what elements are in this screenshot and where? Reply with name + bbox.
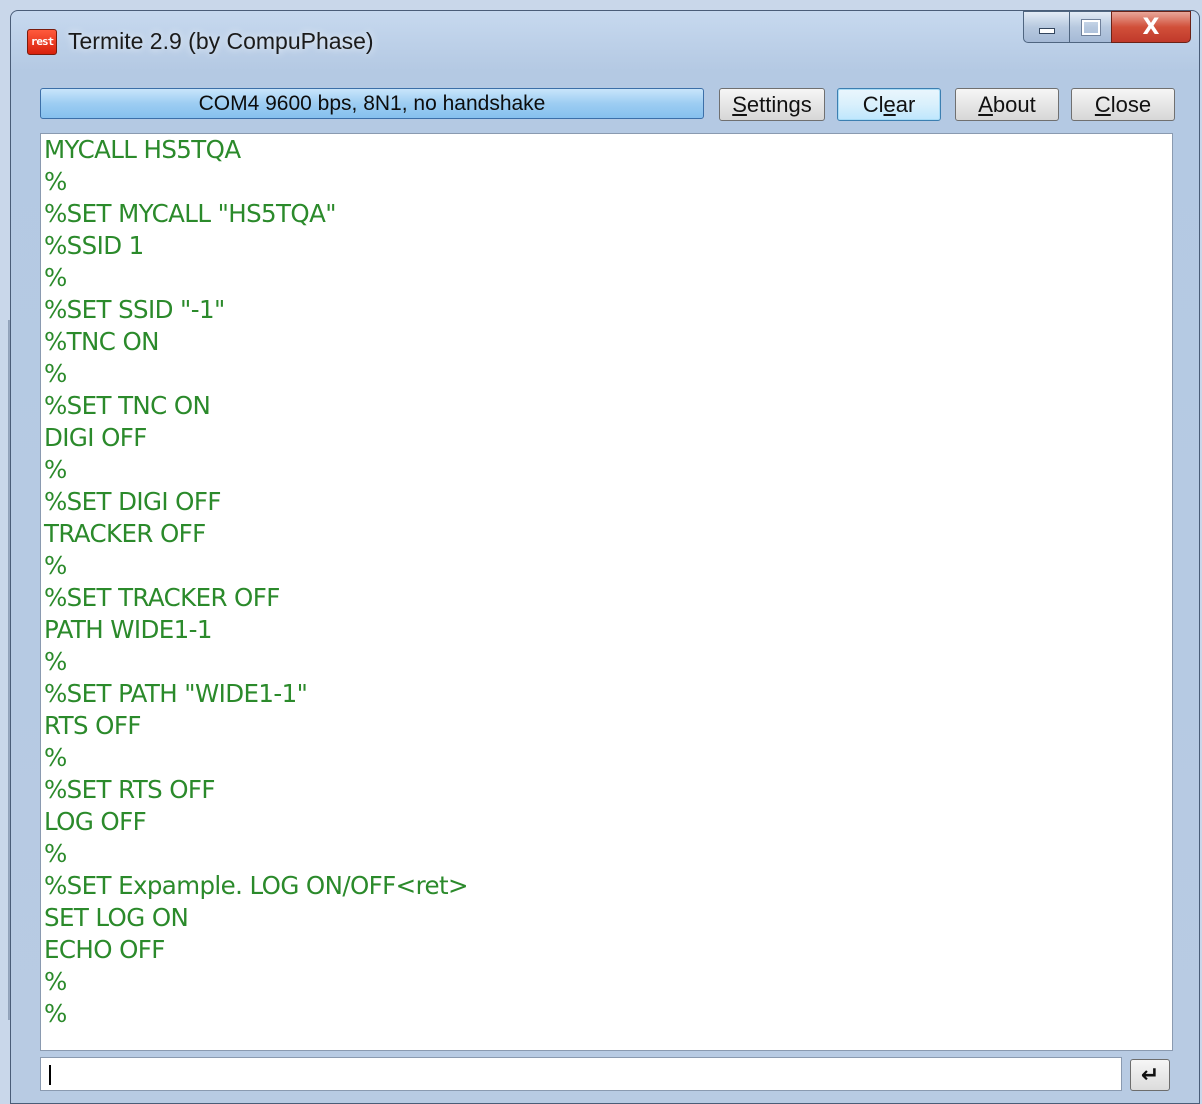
window-close-button[interactable]: X [1111, 11, 1191, 43]
terminal-line: MYCALL HS5TQA [44, 135, 241, 164]
terminal-line: SET LOG ON [44, 903, 189, 932]
terminal-line: % [44, 263, 67, 292]
about-mnemonic: A [978, 91, 993, 117]
terminal-line: % [44, 359, 67, 388]
terminal-line: RTS OFF [44, 711, 141, 740]
clear-mnemonic: e [883, 91, 896, 117]
terminal-lines: MYCALL HS5TQA% %SET MYCALL "HS5TQA" %SSID … [41, 134, 1170, 1048]
terminal-line: %TNC ON [44, 327, 159, 356]
window-title: Termite 2.9 (by CompuPhase) [68, 28, 374, 54]
termite-window: rest Termite 2.9 (by CompuPhase) X COM4 … [10, 10, 1200, 1104]
connection-status-button[interactable]: COM4 9600 bps, 8N1, no handshake [40, 88, 704, 119]
terminal-line: % [44, 647, 67, 676]
terminal-line: % [44, 455, 67, 484]
termite-app-icon[interactable]: rest [27, 29, 57, 55]
terminal-line: %SET DIGI OFF [44, 487, 221, 516]
terminal-line: %SET TNC ON [44, 391, 211, 420]
close-icon: X [1142, 14, 1160, 40]
settings-label: ettings [746, 91, 812, 117]
close-label: lose [1110, 91, 1152, 117]
terminal-line: %SET SSID "-1" [44, 295, 225, 324]
terminal-line: % [44, 167, 67, 196]
command-row: ↵ [40, 1057, 1173, 1093]
terminal-line: %SET Expample. LOG ON/OFF<ret> [44, 871, 469, 900]
clear-button[interactable]: Cl e ar [837, 88, 941, 121]
terminal-line: %SET RTS OFF [44, 775, 215, 804]
close-mnemonic: C [1094, 91, 1111, 117]
terminal-line: TRACKER OFF [44, 519, 206, 548]
terminal-line: %SET PATH "WIDE1-1" [44, 679, 308, 708]
terminal-line: LOG OFF [44, 807, 147, 836]
terminal-line: ECHO OFF [44, 935, 165, 964]
clear-label: ar [895, 91, 916, 117]
terminal-line: DIGI OFF [44, 423, 147, 452]
clear-label-pre: Cl [862, 91, 884, 117]
minimize-button[interactable] [1023, 11, 1069, 43]
terminal-line: % [44, 551, 67, 580]
terminal-line: %SET TRACKER OFF [44, 583, 280, 612]
send-button[interactable]: ↵ [1130, 1059, 1170, 1091]
toolbar: COM4 9600 bps, 8N1, no handshake Setting… [11, 73, 1199, 129]
text-caret [49, 1065, 51, 1085]
settings-button[interactable]: Settings [719, 88, 825, 121]
title-bar[interactable]: rest Termite 2.9 (by CompuPhase) X [11, 11, 1199, 73]
terminal-line: % [44, 967, 67, 996]
caption-buttons: X [1023, 11, 1191, 45]
minimize-icon [1038, 28, 1055, 34]
terminal-line: % [44, 743, 67, 772]
maximize-icon [1081, 19, 1100, 35]
maximize-button[interactable] [1069, 11, 1111, 43]
terminal-line: PATH WIDE1-1 [44, 615, 212, 644]
command-input[interactable] [40, 1057, 1122, 1091]
enter-icon: ↵ [1140, 1062, 1160, 1088]
terminal-line: %SSID 1 [44, 231, 144, 260]
terminal-line: % [44, 999, 67, 1028]
close-button[interactable]: Close [1071, 88, 1175, 121]
terminal-output[interactable]: MYCALL HS5TQA% %SET MYCALL "HS5TQA" %SSID … [40, 133, 1173, 1051]
about-button[interactable]: About [955, 88, 1059, 121]
settings-mnemonic: S [732, 91, 747, 117]
terminal-line: %SET MYCALL "HS5TQA" [44, 199, 337, 228]
about-label: bout [992, 91, 1036, 117]
terminal-line: % [44, 839, 67, 868]
